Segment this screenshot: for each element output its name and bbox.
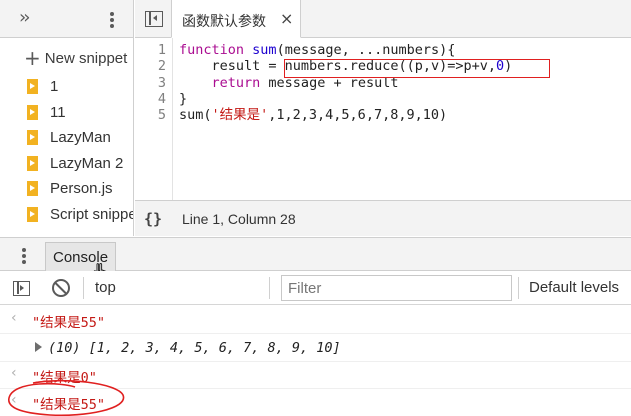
code-line-5: sum('结果是',1,2,3,4,5,6,7,8,9,10) [179, 107, 447, 123]
snippet-file-icon [27, 155, 38, 171]
tab-title: 函数默认参数 [182, 13, 266, 29]
snippet-label: 11 [50, 103, 66, 121]
console-message[interactable]: (10) [1, 2, 3, 4, 5, 6, 7, 8, 9, 10] [0, 335, 631, 362]
log-levels-dropdown[interactable]: Default levels [529, 279, 619, 296]
line-number-gutter: 1 2 3 4 5 [135, 38, 173, 200]
annotation-highlight-box [284, 59, 550, 78]
show-console-sidebar-icon[interactable] [13, 281, 30, 296]
new-snippet-label: New snippet [44, 50, 128, 67]
toolbar-divider [269, 277, 270, 299]
code-token: } [179, 90, 188, 107]
editor-tab-bar: 函数默认参数 × [135, 0, 631, 38]
line-number: 4 [157, 90, 166, 107]
snippet-file-icon [27, 130, 38, 146]
snippet-file-icon [27, 79, 38, 94]
drawer-menu-icon[interactable] [22, 248, 26, 266]
snippet-label: LazyMan 2 [50, 154, 124, 172]
console-message: ‹ "结果是55" [0, 307, 631, 334]
close-icon[interactable]: × [280, 9, 293, 28]
line-number: 1 [157, 42, 166, 58]
result-arrow-icon: ‹ [11, 310, 17, 326]
snippet-file-icon [27, 181, 38, 197]
more-tabs-chevron-icon[interactable]: ›› [19, 9, 31, 27]
annotation-ellipse [8, 379, 125, 416]
snippet-label: LazyMan [50, 129, 111, 147]
toggle-navigator-icon[interactable] [145, 11, 163, 27]
console-string-value: "结果是55" [32, 315, 106, 331]
snippet-item[interactable]: LazyMan [0, 125, 133, 151]
cursor-position: Line 1, Column 28 [182, 211, 296, 227]
navigator-toolbar: ›› [0, 0, 133, 38]
execution-context-select[interactable]: top [95, 279, 116, 296]
function-name-token: sum [252, 42, 277, 58]
snippets-navigator: ›› + New snippet 1 11 LazyMan LazyMan 2 P… [0, 0, 134, 236]
toolbar-divider [83, 277, 84, 299]
snippet-item[interactable]: 11 [0, 100, 133, 126]
keyword-token: return [211, 74, 261, 91]
code-token: sum( [179, 107, 212, 124]
code-line-1: function sum(message, ...numbers){ [179, 42, 455, 58]
snippet-label: 1 [50, 78, 59, 95]
editor-status-bar: {} Line 1, Column 28 [135, 200, 631, 236]
snippet-item[interactable]: LazyMan 2 [0, 151, 133, 177]
expand-triangle-icon[interactable] [35, 342, 42, 352]
code-token: result = [179, 58, 285, 75]
console-array-value: (10) [1, 2, 3, 4, 5, 6, 7, 8, 9, 10] [48, 340, 341, 356]
snippet-file-icon [27, 206, 38, 222]
array-items: [1, 2, 3, 4, 5, 6, 7, 8, 9, 10] [88, 340, 341, 356]
array-length: (10) [48, 340, 81, 356]
plus-icon: + [24, 46, 41, 70]
clear-console-icon[interactable] [52, 279, 70, 297]
snippet-list: 1 11 LazyMan LazyMan 2 Person.js Script … [0, 74, 134, 228]
snippet-item[interactable]: Script snippet [0, 202, 134, 228]
code-token: ,1,2,3,4,5,6,7,8,9,10) [268, 107, 448, 124]
snippet-label: Person.js [50, 180, 113, 198]
code-token: (message, ...numbers){ [276, 42, 456, 58]
keyword-token: function [179, 42, 245, 58]
string-token: '结果是' [211, 107, 269, 124]
console-messages: ‹ "结果是55" (10) [1, 2, 3, 4, 5, 6, 7, 8, … [0, 305, 631, 416]
more-options-icon[interactable] [110, 12, 114, 30]
console-toolbar: top Default levels [0, 271, 631, 305]
toolbar-divider [518, 277, 519, 299]
line-number: 3 [157, 74, 166, 91]
code-editor-pane: 函数默认参数 × 1 2 3 4 5 function sum(message,… [135, 0, 631, 236]
filter-input[interactable] [281, 275, 512, 301]
code-text-area[interactable]: 1 2 3 4 5 function sum(message, ...numbe… [135, 38, 631, 200]
snippet-item[interactable]: Person.js [0, 176, 133, 202]
line-number: 2 [157, 58, 166, 75]
new-snippet-button[interactable]: + New snippet [24, 46, 127, 70]
line-number: 5 [157, 107, 166, 124]
code-line-4: } [179, 91, 187, 107]
tab-snippet-file[interactable]: 函数默认参数 × [171, 0, 301, 38]
snippet-label: Script snippet [50, 205, 134, 223]
snippet-item[interactable]: 1 [0, 74, 133, 100]
snippet-file-icon [27, 104, 38, 120]
pretty-print-braces-icon[interactable]: {} [144, 210, 162, 228]
sources-panel: ›› + New snippet 1 11 LazyMan LazyMan 2 P… [0, 0, 631, 236]
